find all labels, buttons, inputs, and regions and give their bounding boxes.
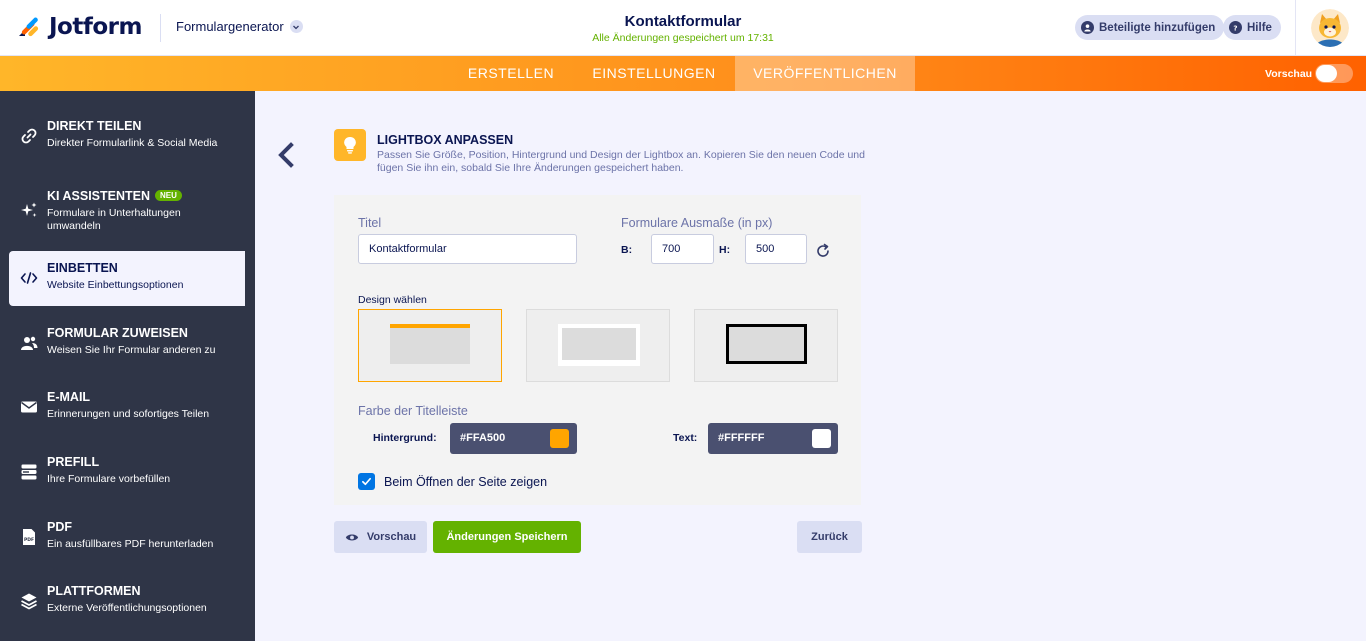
background-color-value: #FFA500 <box>460 432 506 444</box>
design-option-black-border[interactable] <box>694 309 838 382</box>
title-label: Titel <box>358 216 382 230</box>
add-collaborator-label: Beteiligte hinzufügen <box>1099 21 1216 34</box>
lightbulb-icon <box>334 129 366 161</box>
sidebar-item-subtitle: Website Einbettungsoptionen <box>47 279 184 291</box>
prefill-icon <box>21 464 37 480</box>
sidebar-item-direct-share[interactable]: DIREKT TEILEN Direkter Formularlink & So… <box>9 109 245 164</box>
preview-toggle-knob <box>1316 65 1337 82</box>
design-label: Design wählen <box>358 294 427 306</box>
envelope-icon <box>21 401 37 413</box>
sidebar-item-subtitle: Ein ausfüllbares PDF herunterladen <box>47 538 214 550</box>
sidebar-item-title: EINBETTEN <box>47 261 118 275</box>
width-input[interactable] <box>651 234 714 264</box>
svg-text:PDF: PDF <box>24 537 34 543</box>
design-option-titlebar[interactable] <box>358 309 502 382</box>
sidebar-item-embed[interactable]: EINBETTEN Website Einbettungsoptionen <box>9 251 245 306</box>
background-color-input[interactable]: #FFA500 <box>450 423 577 454</box>
sidebar-item-subtitle: Formulare in Unterhaltungen umwandeln <box>47 207 181 233</box>
sidebar-item-subtitle: Externe Veröffentlichungsoptionen <box>47 602 207 614</box>
text-color-label: Text: <box>673 432 698 444</box>
height-label: H: <box>719 244 731 256</box>
design-preview <box>726 324 807 364</box>
background-color-swatch[interactable] <box>550 429 569 448</box>
height-input[interactable] <box>745 234 807 264</box>
sidebar-item-title: KI ASSISTENTEN NEU <box>47 189 182 203</box>
tab-settings[interactable]: EINSTELLUNGEN <box>578 56 730 91</box>
back-button[interactable]: Zurück <box>797 521 862 553</box>
sidebar-item-assign-form[interactable]: FORMULAR ZUWEISEN Weisen Sie Ihr Formula… <box>9 316 245 371</box>
sidebar-item-subtitle: Erinnerungen und sofortiges Teilen <box>47 408 210 420</box>
sidebar-item-title-text: KI ASSISTENTEN <box>47 189 151 203</box>
svg-text:?: ? <box>1233 23 1237 32</box>
show-on-open-label: Beim Öffnen der Seite zeigen <box>384 475 548 489</box>
tab-publish[interactable]: VERÖFFENTLICHEN <box>735 56 915 91</box>
sidebar-item-title: PLATTFORMEN <box>47 584 141 598</box>
sidebar-item-ai-assistant[interactable]: KI ASSISTENTEN NEU Formulare in Unterhalt… <box>9 179 245 241</box>
avatar[interactable] <box>1311 9 1349 47</box>
code-icon <box>20 272 38 284</box>
sidebar-item-subtitle-line2: umwandeln <box>47 220 101 232</box>
titlebar-color-label: Farbe der Titelleiste <box>358 404 468 418</box>
layers-icon <box>21 593 37 610</box>
sidebar-item-platforms[interactable]: PLATTFORMEN Externe Veröffentlichungsopt… <box>9 574 245 629</box>
preview-button[interactable]: Vorschau <box>334 521 427 553</box>
user-icon <box>1081 21 1094 34</box>
eye-icon <box>345 534 358 540</box>
sidebar-item-title: PDF <box>47 520 72 534</box>
pdf-icon: PDF <box>23 529 35 545</box>
tab-create[interactable]: ERSTELLEN <box>450 56 572 91</box>
reset-icon[interactable] <box>815 243 831 259</box>
add-collaborator-button[interactable]: Beteiligte hinzufügen <box>1075 15 1225 40</box>
main-nav: ERSTELLEN EINSTELLUNGEN VERÖFFENTLICHEN … <box>0 56 1366 91</box>
sidebar-item-subtitle: Ihre Formulare vorbefüllen <box>47 473 171 485</box>
width-label: B: <box>621 244 633 256</box>
new-badge: NEU <box>155 190 182 201</box>
text-color-swatch[interactable] <box>812 429 831 448</box>
sidebar-item-title: DIREKT TEILEN <box>47 119 142 133</box>
sidebar-item-subtitle: Direkter Formularlink & Social Media <box>47 137 218 149</box>
sidebar-item-pdf[interactable]: PDF PDF Ein ausfüllbares PDF herunterlad… <box>9 510 245 565</box>
title-input[interactable] <box>358 234 577 264</box>
checkmark-icon <box>362 477 371 486</box>
design-preview-inner <box>562 328 636 360</box>
sidebar-item-subtitle-line1: Formulare in Unterhaltungen <box>47 207 181 219</box>
top-header: Jotform Formulargenerator Kontaktformula… <box>0 0 1366 56</box>
sparkle-icon <box>21 202 37 217</box>
help-label: Hilfe <box>1247 21 1272 34</box>
design-titlebar-preview <box>390 324 470 328</box>
save-changes-button[interactable]: Änderungen Speichern <box>433 521 581 553</box>
question-icon: ? <box>1229 21 1242 34</box>
text-color-value: #FFFFFF <box>718 432 765 444</box>
section-title: LIGHTBOX ANPASSEN <box>377 133 514 147</box>
design-preview <box>390 324 470 364</box>
sidebar-item-title: E-MAIL <box>47 390 91 404</box>
sidebar-item-email[interactable]: E-MAIL Erinnerungen und sofortiges Teile… <box>9 380 245 435</box>
show-on-open-checkbox[interactable] <box>358 473 375 490</box>
header-divider <box>1295 0 1296 56</box>
preview-toggle[interactable] <box>1315 64 1353 83</box>
dimensions-label: Formulare Ausmaße (in px) <box>621 216 773 230</box>
sidebar-item-subtitle: Weisen Sie Ihr Formular anderen zu <box>47 344 216 356</box>
sidebar-item-title: FORMULAR ZUWEISEN <box>47 326 188 340</box>
preview-button-label: Vorschau <box>366 531 417 543</box>
sidebar-item-prefill[interactable]: PREFILL Ihre Formulare vorbefüllen <box>9 445 245 500</box>
back-chevron-icon[interactable] <box>276 142 296 168</box>
section-description: Passen Sie Größe, Position, Hintergrund … <box>377 149 865 174</box>
background-color-label: Hintergrund: <box>373 432 437 444</box>
help-button[interactable]: ? Hilfe <box>1223 15 1281 40</box>
text-color-input[interactable]: #FFFFFF <box>708 423 838 454</box>
sidebar: DIREKT TEILEN Direkter Formularlink & So… <box>0 91 255 641</box>
design-preview <box>558 324 640 366</box>
preview-toggle-label: Vorschau <box>1265 68 1313 80</box>
sidebar-item-title: PREFILL <box>47 455 100 469</box>
users-icon <box>21 336 38 350</box>
link-icon <box>21 128 37 144</box>
design-option-white-border[interactable] <box>526 309 670 382</box>
